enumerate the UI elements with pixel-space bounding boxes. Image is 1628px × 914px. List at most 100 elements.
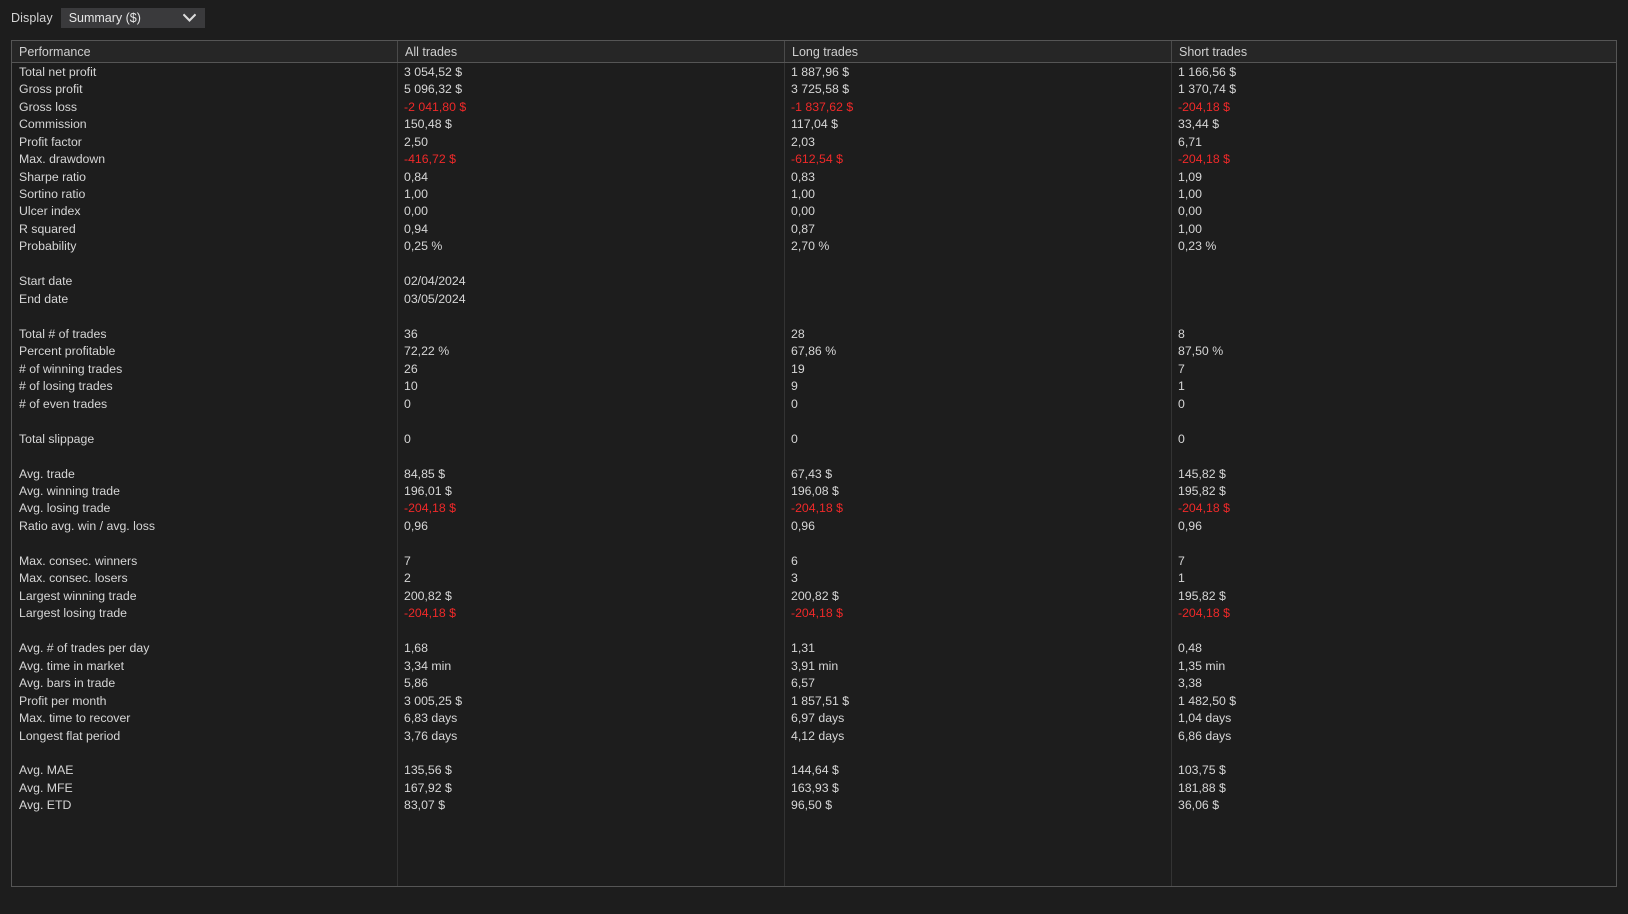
table-row[interactable]: Profit per month 3 005,25 $ 1 857,51 $ 1 48…: [12, 692, 1616, 709]
column-header-long-trades[interactable]: Long trades: [784, 41, 1171, 62]
table-row[interactable]: Max. drawdown -416,72 $ -612,54 $ -204,18 $: [12, 150, 1616, 167]
row-label: Avg. MFE: [19, 780, 73, 795]
cell-short: 1,00: [1178, 187, 1202, 202]
cell-long: 200,82 $: [791, 588, 839, 603]
table-row[interactable]: Sortino ratio 1,00 1,00 1,00: [12, 185, 1616, 202]
cell-long: 2,70 %: [791, 239, 830, 254]
table-row[interactable]: Profit factor 2,50 2,03 6,71: [12, 133, 1616, 150]
row-label: Gross loss: [19, 99, 78, 114]
table-row[interactable]: Avg. winning trade 196,01 $ 196,08 $ 195,82…: [12, 482, 1616, 499]
table-row[interactable]: Max. consec. winners 7 6 7: [12, 552, 1616, 569]
cell-long: 1 857,51 $: [791, 693, 850, 708]
table-row[interactable]: Commission 150,48 $ 117,04 $ 33,44 $: [12, 115, 1616, 132]
row-label: Ulcer index: [19, 204, 81, 219]
row-label: Longest flat period: [19, 728, 121, 743]
cell-all: 5,86: [404, 676, 428, 691]
table-row[interactable]: Largest losing trade -204,18 $ -204,18 $ -2…: [12, 605, 1616, 622]
cell-all: 0,94: [404, 221, 428, 236]
table-row-spacer: [12, 622, 1616, 639]
row-label: Max. consec. winners: [19, 553, 138, 568]
cell-short: 195,82 $: [1178, 588, 1226, 603]
column-header-performance[interactable]: Performance: [12, 41, 397, 62]
cell-long: 0,96: [791, 518, 815, 533]
table-row[interactable]: Avg. losing trade -204,18 $ -204,18 $ -204,…: [12, 500, 1616, 517]
cell-all: 2,50: [404, 134, 428, 149]
cell-short: 195,82 $: [1178, 483, 1226, 498]
table-row[interactable]: # of even trades 0 0 0: [12, 395, 1616, 412]
table-row[interactable]: Probability 0,25 % 2,70 % 0,23 %: [12, 238, 1616, 255]
table-row[interactable]: Ratio avg. win / avg. loss 0,96 0,96 0,96: [12, 517, 1616, 534]
table-row[interactable]: Avg. MFE 167,92 $ 163,93 $ 181,88 $: [12, 779, 1616, 796]
table-row[interactable]: Largest winning trade 200,82 $ 200,82 $ 195…: [12, 587, 1616, 604]
cell-long: 3 725,58 $: [791, 82, 850, 97]
cell-long: 9: [791, 379, 798, 394]
row-label: Avg. # of trades per day: [19, 641, 150, 656]
cell-short: [1171, 273, 1616, 290]
cell-all: 03/05/2024: [404, 291, 466, 306]
cell-short: 1,04 days: [1178, 711, 1232, 726]
row-label: Profit per month: [19, 693, 107, 708]
row-label: # of winning trades: [19, 361, 123, 376]
cell-long: 2,03: [791, 134, 815, 149]
display-mode-select[interactable]: Summary ($): [60, 8, 205, 28]
table-row[interactable]: Percent profitable 72,22 % 67,86 % 87,50 %: [12, 343, 1616, 360]
cell-long: 28: [791, 326, 805, 341]
table-row[interactable]: # of winning trades 26 19 7: [12, 360, 1616, 377]
table-row[interactable]: Total slippage 0 0 0: [12, 430, 1616, 447]
cell-short: 6,71: [1178, 134, 1202, 149]
row-label: Avg. bars in trade: [19, 676, 116, 691]
cell-short: 1: [1178, 571, 1185, 586]
table-row[interactable]: Gross profit 5 096,32 $ 3 725,58 $ 1 370,74…: [12, 80, 1616, 97]
row-label: Commission: [19, 117, 87, 132]
cell-short: 3,38: [1178, 676, 1202, 691]
table-row[interactable]: Avg. trade 84,85 $ 67,43 $ 145,82 $: [12, 465, 1616, 482]
table-row[interactable]: Avg. # of trades per day 1,68 1,31 0,48: [12, 639, 1616, 656]
table-row[interactable]: Avg. MAE 135,56 $ 144,64 $ 103,75 $: [12, 762, 1616, 779]
table-row-spacer: [12, 744, 1616, 761]
cell-all: 0: [404, 396, 411, 411]
cell-all: 7: [404, 553, 411, 568]
cell-all: 0,84: [404, 169, 428, 184]
cell-long: 196,08 $: [791, 483, 839, 498]
row-label: Avg. time in market: [19, 658, 125, 673]
cell-short: 7: [1178, 361, 1185, 376]
row-label: End date: [19, 291, 69, 306]
table-row[interactable]: Max. time to recover 6,83 days 6,97 days 1,…: [12, 709, 1616, 726]
table-row[interactable]: Start date 02/04/2024: [12, 273, 1616, 290]
column-header-all-trades[interactable]: All trades: [397, 41, 784, 62]
cell-long: 0: [791, 396, 798, 411]
table-row[interactable]: # of losing trades 10 9 1: [12, 377, 1616, 394]
row-label: Max. consec. losers: [19, 571, 128, 586]
row-label: Avg. trade: [19, 466, 75, 481]
cell-long: 6,57: [791, 676, 815, 691]
row-label: Max. drawdown: [19, 152, 106, 167]
cell-long: 3,91 min: [791, 658, 839, 673]
cell-short: 0: [1178, 396, 1185, 411]
table-row[interactable]: Avg. ETD 83,07 $ 96,50 $ 36,06 $: [12, 797, 1616, 814]
table-row[interactable]: Ulcer index 0,00 0,00 0,00: [12, 203, 1616, 220]
cell-short: [1171, 290, 1616, 307]
cell-short: -204,18 $: [1178, 501, 1230, 516]
table-row[interactable]: Total net profit 3 054,52 $ 1 887,96 $ 1 16…: [12, 63, 1616, 80]
row-label: Gross profit: [19, 82, 83, 97]
column-header-short-trades[interactable]: Short trades: [1171, 41, 1616, 62]
cell-all: 10: [404, 379, 418, 394]
table-row[interactable]: Sharpe ratio 0,84 0,83 1,09: [12, 168, 1616, 185]
cell-short: 8: [1178, 326, 1185, 341]
table-row[interactable]: Avg. bars in trade 5,86 6,57 3,38: [12, 674, 1616, 691]
cell-all: -204,18 $: [404, 606, 456, 621]
cell-short: 0,23 %: [1178, 239, 1217, 254]
table-row[interactable]: Longest flat period 3,76 days 4,12 days 6,8…: [12, 727, 1616, 744]
cell-all: 0,00: [404, 204, 428, 219]
table-row[interactable]: End date 03/05/2024: [12, 290, 1616, 307]
table-row[interactable]: Max. consec. losers 2 3 1: [12, 570, 1616, 587]
cell-long: 6: [791, 553, 798, 568]
cell-all: -2 041,80 $: [404, 99, 467, 114]
cell-long: 0,83: [791, 169, 815, 184]
table-row[interactable]: R squared 0,94 0,87 1,00: [12, 220, 1616, 237]
table-row[interactable]: Avg. time in market 3,34 min 3,91 min 1,35 …: [12, 657, 1616, 674]
table-row[interactable]: Total # of trades 36 28 8: [12, 325, 1616, 342]
cell-long: -204,18 $: [791, 501, 843, 516]
table-row[interactable]: Gross loss -2 041,80 $ -1 837,62 $ -204,18 …: [12, 98, 1616, 115]
row-label: Avg. ETD: [19, 798, 72, 813]
